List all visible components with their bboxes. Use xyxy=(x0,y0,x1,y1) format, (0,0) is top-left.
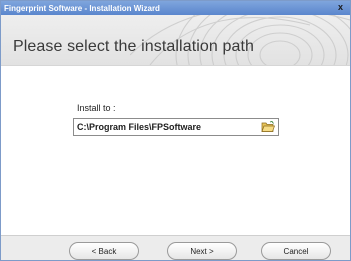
install-path-input[interactable] xyxy=(74,120,257,134)
install-to-label: Install to : xyxy=(77,103,116,113)
title-bar: Fingerprint Software - Installation Wiza… xyxy=(1,1,350,15)
page-title: Please select the installation path xyxy=(13,38,254,55)
next-button[interactable]: Next > xyxy=(167,242,237,260)
wizard-header: Please select the installation path xyxy=(1,15,350,65)
content-panel: Install to : xyxy=(1,65,350,236)
cancel-button[interactable]: Cancel xyxy=(261,242,331,260)
back-button[interactable]: < Back xyxy=(69,242,139,260)
window-title: Fingerprint Software - Installation Wiza… xyxy=(4,3,160,13)
install-path-field xyxy=(73,118,279,136)
installer-window: Fingerprint Software - Installation Wiza… xyxy=(0,0,351,261)
button-bar: < Back Next > Cancel xyxy=(1,235,350,260)
folder-open-icon[interactable] xyxy=(261,121,275,133)
close-button[interactable]: x xyxy=(335,2,346,13)
